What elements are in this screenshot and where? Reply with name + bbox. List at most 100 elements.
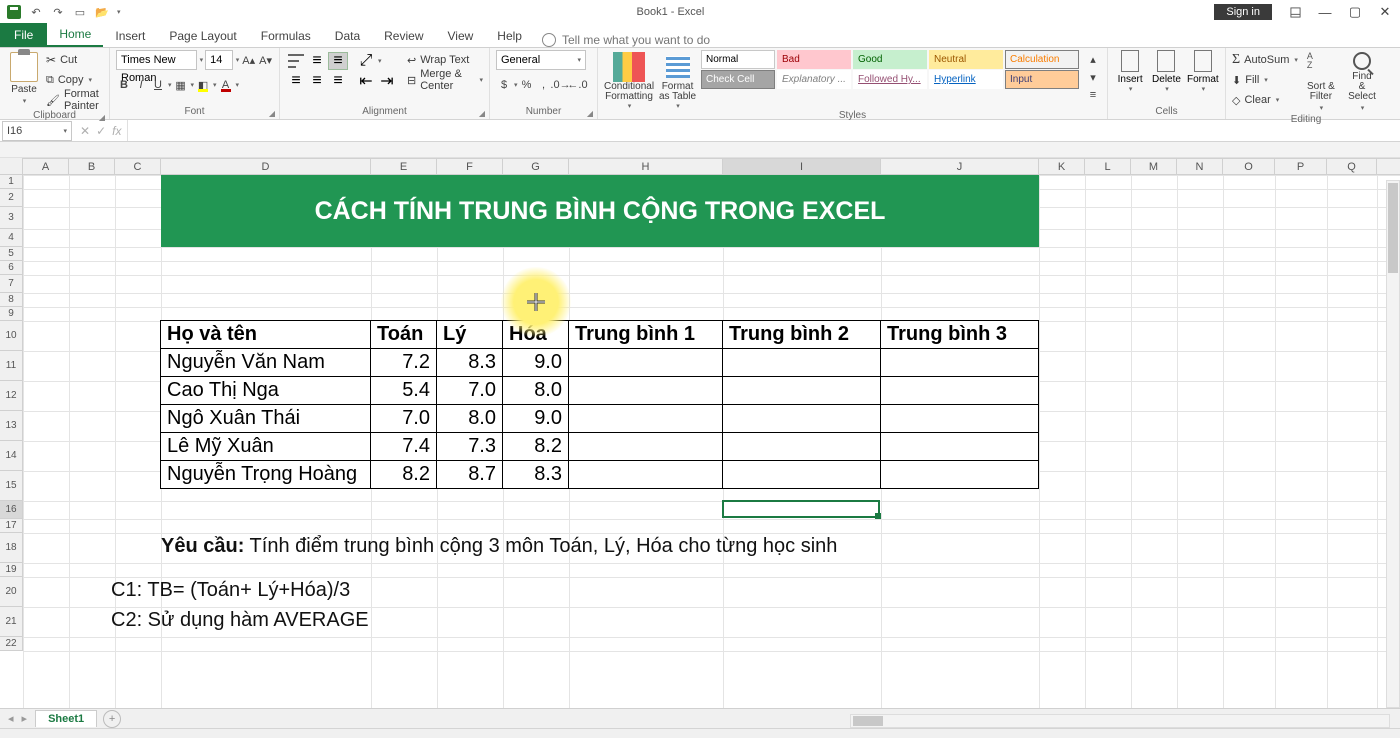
cut-button[interactable]: ✂Cut [46, 50, 103, 70]
row-header-1[interactable]: 1 [0, 175, 22, 189]
row-header-12[interactable]: 12 [0, 381, 22, 411]
borders-button[interactable]: ▦ [173, 76, 189, 94]
paste-button[interactable]: Paste ▾ [6, 50, 42, 107]
add-sheet-button[interactable]: + [103, 710, 121, 728]
select-all-corner[interactable] [0, 158, 23, 175]
col-header-C[interactable]: C [115, 159, 161, 174]
minimize-icon[interactable]: — [1310, 1, 1340, 23]
vertical-scrollbar[interactable] [1386, 180, 1400, 708]
sheet-nav[interactable]: ◂▸ [0, 712, 35, 725]
row-header-18[interactable]: 18 [0, 533, 22, 563]
undo-icon[interactable]: ↶ [28, 4, 44, 20]
sign-in-button[interactable]: Sign in [1214, 4, 1272, 20]
sheet-tab-1[interactable]: Sheet1 [35, 710, 97, 727]
row-header-10[interactable]: 10 [0, 321, 22, 351]
cancel-formula-icon[interactable]: ✕ [80, 124, 90, 138]
col-header-G[interactable]: G [503, 159, 569, 174]
decrease-indent-icon[interactable]: ⇤ [356, 72, 376, 90]
horizontal-scrollbar[interactable] [850, 714, 1390, 728]
col-header-E[interactable]: E [371, 159, 437, 174]
style-calculation[interactable]: Calculation [1005, 50, 1079, 69]
insert-function-icon[interactable]: fx [112, 124, 121, 138]
number-dialog-icon[interactable]: ◢ [587, 109, 593, 118]
orientation-icon[interactable]: ⤢ [356, 52, 376, 70]
format-painter-button[interactable]: 🖌Format Painter [46, 90, 103, 110]
row-header-15[interactable]: 15 [0, 471, 22, 501]
align-top-icon[interactable] [286, 52, 306, 70]
font-size-select[interactable]: 14 [205, 50, 233, 70]
comma-format-icon[interactable]: , [536, 76, 552, 94]
conditional-formatting-button[interactable]: Conditional Formatting▾ [604, 50, 654, 110]
col-header-D[interactable]: D [161, 159, 371, 174]
copy-button[interactable]: ⧉Copy▾ [46, 70, 103, 90]
accounting-format-icon[interactable]: $ [496, 76, 512, 94]
col-header-Q[interactable]: Q [1327, 159, 1377, 174]
style-normal[interactable]: Normal [701, 50, 775, 69]
style-input[interactable]: Input [1005, 70, 1079, 89]
row-header-3[interactable]: 3 [0, 207, 22, 229]
font-color-button[interactable]: A [218, 76, 234, 94]
tab-review[interactable]: Review [372, 25, 435, 47]
bold-button[interactable]: B [116, 76, 132, 94]
tab-data[interactable]: Data [323, 25, 372, 47]
align-bottom-icon[interactable]: ≡ [328, 52, 348, 70]
style-explanatory-[interactable]: Explanatory ... [777, 70, 851, 89]
cell-styles-gallery[interactable]: NormalBadGoodNeutralCalculationCheck Cel… [701, 50, 1079, 89]
row-header-2[interactable]: 2 [0, 189, 22, 207]
decrease-decimal-icon[interactable]: ←.0 [570, 76, 586, 94]
grow-font-icon[interactable]: A▴ [241, 51, 256, 69]
underline-button[interactable]: U [150, 76, 166, 94]
row-header-16[interactable]: 16 [0, 501, 22, 519]
row-header-5[interactable]: 5 [0, 247, 22, 261]
row-header-9[interactable]: 9 [0, 307, 22, 321]
row-header-8[interactable]: 8 [0, 293, 22, 307]
align-middle-icon[interactable]: ≡ [307, 52, 327, 70]
shrink-font-icon[interactable]: A▾ [258, 51, 273, 69]
column-headers[interactable]: ABCDEFGHIJKLMNOPQ [23, 158, 1400, 175]
row-header-22[interactable]: 22 [0, 637, 22, 651]
accept-formula-icon[interactable]: ✓ [96, 124, 106, 138]
qat-customize-icon[interactable]: ▾ [117, 8, 121, 16]
increase-indent-icon[interactable]: ⇥ [377, 72, 397, 90]
new-file-icon[interactable]: ▭ [72, 4, 88, 20]
clipboard-dialog-icon[interactable]: ◢ [99, 113, 105, 122]
row-header-13[interactable]: 13 [0, 411, 22, 441]
row-header-7[interactable]: 7 [0, 275, 22, 293]
tab-help[interactable]: Help [485, 25, 534, 47]
format-as-table-button[interactable]: Format as Table▾ [658, 50, 697, 110]
row-header-11[interactable]: 11 [0, 351, 22, 381]
col-header-P[interactable]: P [1275, 159, 1327, 174]
col-header-J[interactable]: J [881, 159, 1039, 174]
col-header-F[interactable]: F [437, 159, 503, 174]
align-left-icon[interactable]: ≡ [286, 72, 306, 90]
autosum-button[interactable]: ΣAutoSum▾ [1232, 50, 1298, 70]
style-neutral[interactable]: Neutral [929, 50, 1003, 69]
number-format-select[interactable]: General▾ [496, 50, 586, 70]
align-right-icon[interactable]: ≡ [328, 72, 348, 90]
gallery-up-icon[interactable]: ▴ [1085, 50, 1101, 68]
tab-file[interactable]: File [0, 23, 47, 47]
row-header-14[interactable]: 14 [0, 441, 22, 471]
tab-formulas[interactable]: Formulas [249, 25, 323, 47]
row-header-20[interactable]: 20 [0, 577, 22, 607]
align-center-icon[interactable]: ≡ [307, 72, 327, 90]
sort-filter-button[interactable]: Sort & Filter▾ [1302, 50, 1340, 114]
delete-cells-button[interactable]: Delete▾ [1150, 50, 1182, 93]
style-followed-hy-[interactable]: Followed Hy... [853, 70, 927, 89]
gallery-more-icon[interactable]: ≡ [1085, 86, 1101, 104]
row-header-17[interactable]: 17 [0, 519, 22, 533]
tell-me-search[interactable]: Tell me what you want to do [534, 33, 718, 47]
tab-page-layout[interactable]: Page Layout [157, 25, 248, 47]
italic-button[interactable]: I [133, 76, 149, 94]
find-select-button[interactable]: Find & Select▾ [1344, 50, 1380, 114]
sheet-prev-icon[interactable]: ◂ [8, 712, 14, 725]
redo-icon[interactable]: ↷ [50, 4, 66, 20]
style-hyperlink[interactable]: Hyperlink [929, 70, 1003, 89]
sheet-next-icon[interactable]: ▸ [22, 712, 28, 725]
col-header-I[interactable]: I [723, 159, 881, 174]
insert-cells-button[interactable]: Insert▾ [1114, 50, 1146, 93]
tab-view[interactable]: View [436, 25, 486, 47]
increase-decimal-icon[interactable]: .0→ [553, 76, 569, 94]
row-header-19[interactable]: 19 [0, 563, 22, 577]
format-cells-button[interactable]: Format▾ [1187, 50, 1219, 93]
